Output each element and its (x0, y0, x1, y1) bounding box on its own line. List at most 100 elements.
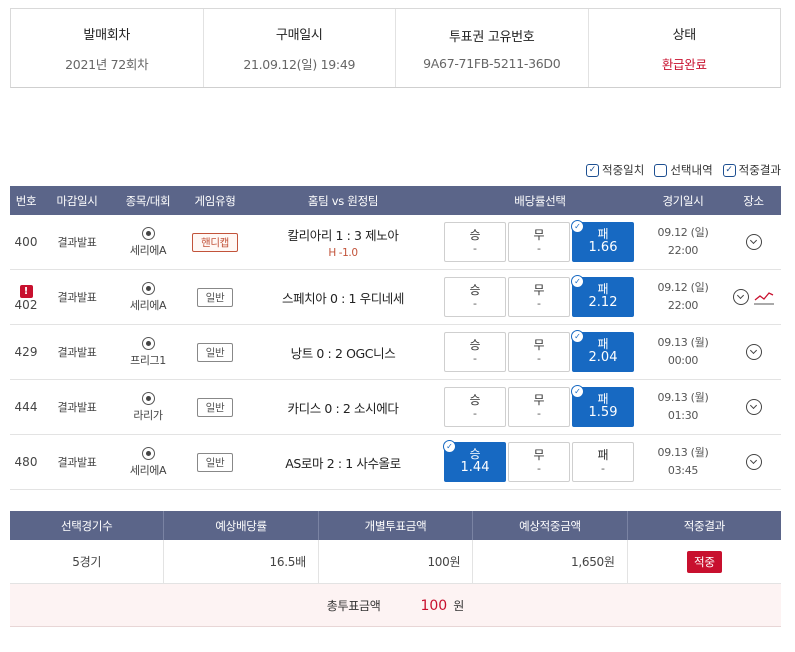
game-sport: 라리가 (112, 391, 184, 423)
odds-win-button[interactable]: 승 - (444, 277, 506, 317)
game-close: 결과발표 (57, 401, 97, 414)
games-table: 번호 마감일시 종목/대회 게임유형 홈팀 vs 원정팀 배당률선택 경기일시 … (10, 186, 781, 490)
location-pin-icon[interactable] (745, 344, 762, 360)
game-sport: 세리에A (112, 281, 184, 313)
legend-selected[interactable]: 선택내역 (654, 162, 713, 178)
odds-lose-button[interactable]: ✓ 패 2.12 (571, 275, 634, 317)
summary-row: 5경기 16.5배 100원 1,650원 적중 (10, 540, 781, 584)
summary-table: 선택경기수 예상배당률 개별투표금액 예상적중금액 적중결과 5경기 16.5배… (10, 511, 781, 627)
location-pin-icon[interactable] (732, 289, 749, 305)
game-number: 429 (14, 345, 38, 359)
game-row: 480 결과발표 세리에A 일반 AS로마 2 : 1 사수올로 ✓ 승 1.4… (10, 435, 781, 490)
game-match: 카디스 0 : 2 소시에다 (287, 400, 399, 416)
location-pin-icon[interactable] (745, 454, 762, 470)
game-type-badge: 일반 (196, 452, 234, 472)
odds-draw-button[interactable]: 무 - (508, 387, 570, 427)
ticket-id-value: 9A67-71FB-5211-36D0 (423, 55, 561, 71)
game-type: 일반 (184, 342, 246, 362)
ticket-info-table: 발매회차 2021년 72회차 구매일시 21.09.12(일) 19:49 투… (10, 8, 781, 88)
game-close: 결과발표 (57, 346, 97, 359)
location-pin-icon[interactable] (745, 234, 762, 250)
odds-win-button[interactable]: 승 - (444, 222, 506, 262)
hit-badge: 적중 (687, 550, 722, 573)
game-date: 09.12 (일) 22:00 (657, 281, 709, 312)
soccer-ball-icon (141, 226, 155, 240)
game-row: 400 결과발표 세리에A 핸디캡 칼리아리 1 : 3 제노아 H -1.0 … (10, 215, 781, 270)
header-match: 홈팀 vs 원정팀 (307, 193, 379, 208)
soccer-ball-icon (141, 336, 155, 350)
odds-draw-button[interactable]: 무 - (508, 442, 570, 482)
total-unit: 원 (453, 598, 465, 613)
header-count: 선택경기수 (10, 511, 165, 540)
game-type: 일반 (184, 397, 246, 417)
game-count: 5경기 (10, 540, 165, 583)
check-icon: ✓ (571, 385, 584, 398)
total-row: 총투표금액 100 원 (10, 584, 781, 627)
game-row: 429 결과발표 프리그1 일반 낭트 0 : 2 OGC니스 승 - 무 - … (10, 325, 781, 380)
game-number: 400 (14, 235, 38, 249)
location-pin-icon[interactable] (745, 399, 762, 415)
soccer-ball-icon (141, 446, 155, 460)
status-cell: 상태 환급완료 (589, 9, 781, 87)
odds-draw-button[interactable]: 무 - (508, 332, 570, 372)
game-date: 09.13 (월) 03:45 (657, 446, 709, 477)
handicap-line: H -1.0 (328, 247, 358, 259)
odds-lose-button[interactable]: ✓ 패 2.04 (571, 330, 634, 372)
purchase-label: 구매일시 (275, 27, 323, 43)
check-icon: ✓ (722, 163, 736, 177)
game-place (726, 399, 781, 415)
games-table-header: 번호 마감일시 종목/대회 게임유형 홈팀 vs 원정팀 배당률선택 경기일시 … (10, 186, 781, 215)
round-cell: 발매회차 2021년 72회차 (11, 9, 204, 87)
header-result: 적중결과 (683, 518, 725, 533)
odds-win-button[interactable]: 승 - (444, 332, 506, 372)
game-type: 일반 (184, 287, 246, 307)
purchase-value: 21.09.12(일) 19:49 (243, 56, 356, 72)
game-number: 444 (14, 400, 38, 414)
check-icon: ✓ (571, 220, 584, 233)
game-type-badge: 일반 (196, 342, 234, 362)
soccer-ball-icon (141, 281, 155, 295)
game-type-badge: 일반 (196, 287, 234, 307)
game-odds: 승 - 무 - ✓ 패 2.12 (440, 275, 640, 317)
game-match: 스페치아 0 : 1 우디네세 (281, 290, 404, 306)
game-odds: 승 - 무 - ✓ 패 1.66 (440, 220, 640, 262)
odds-win-button[interactable]: 승 - (444, 387, 506, 427)
check-icon: ✓ (571, 330, 584, 343)
summary-header: 선택경기수 예상배당률 개별투표금액 예상적중금액 적중결과 (10, 511, 781, 540)
odds-lose-button[interactable]: ✓ 패 1.66 (571, 220, 634, 262)
odds-lose-button[interactable]: ✓ 패 1.59 (571, 385, 634, 427)
round-value: 2021년 72회차 (65, 56, 149, 72)
check-icon: ✓ (586, 163, 600, 177)
game-match: 낭트 0 : 2 OGC니스 (290, 345, 396, 361)
game-close: 결과발표 (57, 291, 97, 304)
odds-win-button[interactable]: ✓ 승 1.44 (443, 440, 506, 482)
legend-result[interactable]: ✓ 적중결과 (722, 162, 781, 178)
soccer-ball-icon (141, 391, 155, 405)
status-value: 환급완료 (661, 56, 707, 72)
game-place (726, 454, 781, 470)
check-icon: ✓ (443, 440, 456, 453)
game-sport: 세리에A (112, 446, 184, 478)
game-odds: ✓ 승 1.44 무 - 패 - (440, 440, 640, 482)
game-date: 09.13 (월) 00:00 (657, 336, 709, 367)
game-number: 480 (14, 455, 38, 469)
game-odds: 승 - 무 - ✓ 패 2.04 (440, 330, 640, 372)
game-date: 09.12 (일) 22:00 (657, 226, 709, 257)
header-close: 마감일시 (56, 193, 98, 208)
game-match: AS로마 2 : 1 사수올로 (285, 455, 401, 471)
game-match: 칼리아리 1 : 3 제노아 H -1.0 (287, 228, 399, 259)
round-label: 발매회차 (83, 27, 131, 43)
ticket-id-cell: 투표권 고유번호 9A67-71FB-5211-36D0 (396, 9, 589, 87)
legend-match[interactable]: ✓ 적중일치 (586, 162, 644, 178)
game-date: 09.13 (월) 01:30 (657, 391, 709, 422)
trend-chart-icon[interactable] (753, 289, 775, 305)
game-sport: 프리그1 (112, 336, 184, 368)
check-icon: ✓ (571, 275, 584, 288)
checkbox-empty-icon (654, 163, 668, 177)
header-expected-payout: 예상적중금액 (473, 511, 628, 540)
odds-lose-button[interactable]: 패 - (572, 442, 634, 482)
odds-draw-button[interactable]: 무 - (508, 222, 570, 262)
games-table-body: 400 결과발표 세리에A 핸디캡 칼리아리 1 : 3 제노아 H -1.0 … (10, 215, 781, 490)
warning-icon: ! (19, 284, 33, 298)
odds-draw-button[interactable]: 무 - (508, 277, 570, 317)
